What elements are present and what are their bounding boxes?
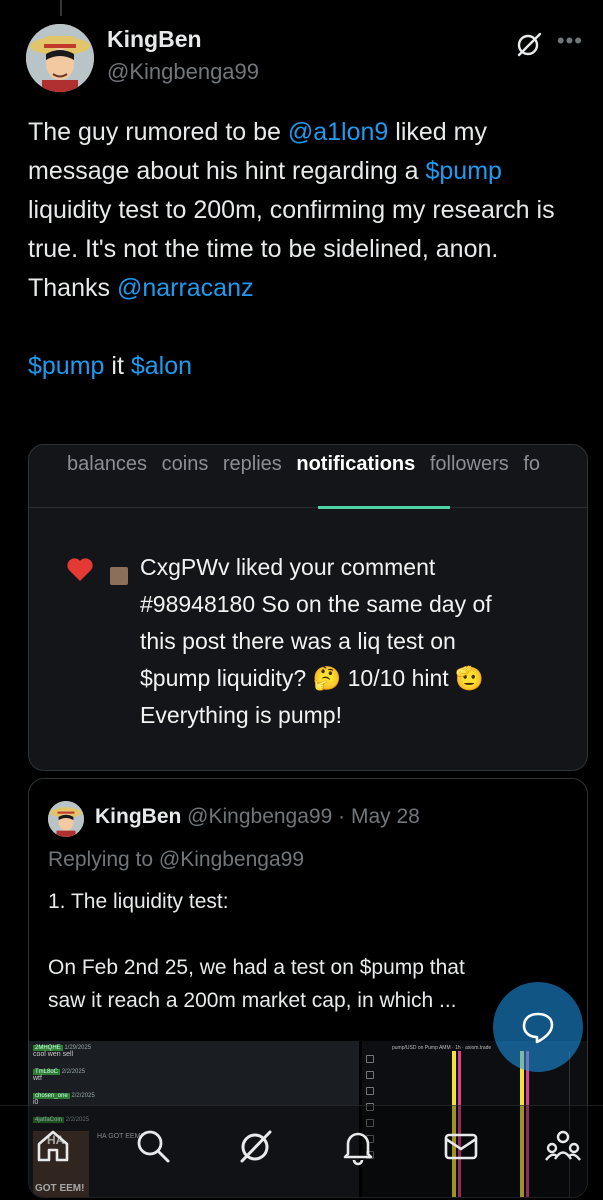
comment-row: TmL8oC 2/2/2025 wtf	[33, 1069, 85, 1089]
author-display-name[interactable]: KingBen	[107, 26, 259, 53]
cashtag-link[interactable]: $pump	[28, 352, 104, 380]
more-options-icon[interactable]: •••	[557, 28, 583, 54]
quoted-line: On Feb 2nd 25, we had a test on $pump th…	[48, 956, 465, 979]
chart-tool-icon	[366, 1071, 374, 1079]
grok-icon[interactable]	[515, 30, 543, 58]
thread-line	[60, 0, 62, 16]
notification-text: CxgPWv liked your comment #98948180 So o…	[140, 549, 560, 734]
compose-reply-button[interactable]	[493, 982, 583, 1072]
quoted-line: 1. The liquidity test:	[48, 890, 229, 913]
search-icon[interactable]	[133, 1126, 173, 1166]
tweet-text-part: liquidity test to 200m, confirming my re…	[28, 196, 555, 302]
quoted-header: KingBen @Kingbenga99 · May 28	[95, 805, 420, 829]
comment-text: cool wen sell	[33, 1051, 74, 1058]
tweet-text-part: The guy rumored to be	[28, 118, 288, 146]
notification-line: $pump liquidity? 🤔 10/10 hint 🫡	[140, 665, 484, 691]
notification-line: this post there was a liq test on	[140, 628, 456, 654]
tweet-body-line: $pump it $alon	[28, 347, 192, 386]
comment-user: chosen_one	[33, 1093, 70, 1099]
comment-row: 2MHQHE 1/29/2025 cool wen sell	[33, 1045, 91, 1065]
separator-dot: ·	[338, 805, 346, 828]
notification-line: #98948180 So on the same day of	[140, 591, 492, 617]
quoted-body: 1. The liquidity test: On Feb 2nd 25, we…	[48, 885, 548, 1017]
notification-user-avatar	[110, 567, 128, 585]
image-tab-active: notifications	[296, 453, 416, 475]
chart-tool-icon	[366, 1055, 374, 1063]
image-tab: replies	[222, 453, 282, 475]
author-avatar[interactable]	[26, 24, 94, 92]
mention-link[interactable]: @narracanz	[117, 274, 254, 302]
heart-icon	[66, 557, 94, 583]
image-tab: fo	[523, 453, 540, 475]
notifications-icon[interactable]	[338, 1126, 378, 1166]
comment-text: wtf	[33, 1075, 42, 1082]
image-tab: balances	[67, 453, 148, 475]
quoted-author-avatar	[48, 801, 84, 837]
comment-date: 2/2/2025	[71, 1093, 95, 1099]
author-name-block: KingBen @Kingbenga99	[107, 26, 259, 85]
image-tab: coins	[161, 453, 209, 475]
replying-to: Replying to @Kingbenga99	[48, 848, 304, 871]
tab-divider	[29, 507, 587, 508]
active-tab-underline	[318, 506, 450, 509]
cashtag-link[interactable]: $pump	[425, 157, 501, 185]
mention-link[interactable]: @a1lon9	[288, 118, 388, 146]
tweet-body: The guy rumored to be @a1lon9 liked my m…	[28, 113, 573, 308]
messages-icon[interactable]	[441, 1126, 481, 1166]
cashtag-link[interactable]: $alon	[131, 352, 192, 380]
chart-tool-icon	[366, 1087, 374, 1095]
home-icon[interactable]	[33, 1126, 73, 1166]
communities-icon[interactable]	[543, 1126, 583, 1166]
quoted-handle: @Kingbenga99	[187, 805, 333, 828]
bottom-navigation	[0, 1105, 603, 1200]
grok-nav-icon[interactable]	[236, 1126, 276, 1166]
notification-line: CxgPWv liked your comment	[140, 554, 436, 580]
chart-title: pump/USD on Pump AMM · 1h · axiom.trade	[392, 1045, 492, 1051]
quoted-display-name: KingBen	[95, 805, 182, 828]
tweet-header: KingBen @Kingbenga99 •••	[26, 24, 583, 92]
reply-fab-icon	[522, 1012, 554, 1044]
notification-line: Everything is pump!	[140, 702, 342, 728]
tweet-text-part: it	[104, 352, 131, 380]
image-tab: followers	[429, 453, 509, 475]
author-handle[interactable]: @Kingbenga99	[107, 59, 259, 85]
quoted-date: May 28	[350, 805, 420, 828]
image-tabs: balances coins replies notifications fol…	[67, 453, 549, 476]
quoted-line: saw it reach a 200m market cap, in which…	[48, 989, 457, 1012]
comment-date: 2/2/2025	[61, 1069, 86, 1075]
attached-image[interactable]: balances coins replies notifications fol…	[28, 444, 588, 771]
